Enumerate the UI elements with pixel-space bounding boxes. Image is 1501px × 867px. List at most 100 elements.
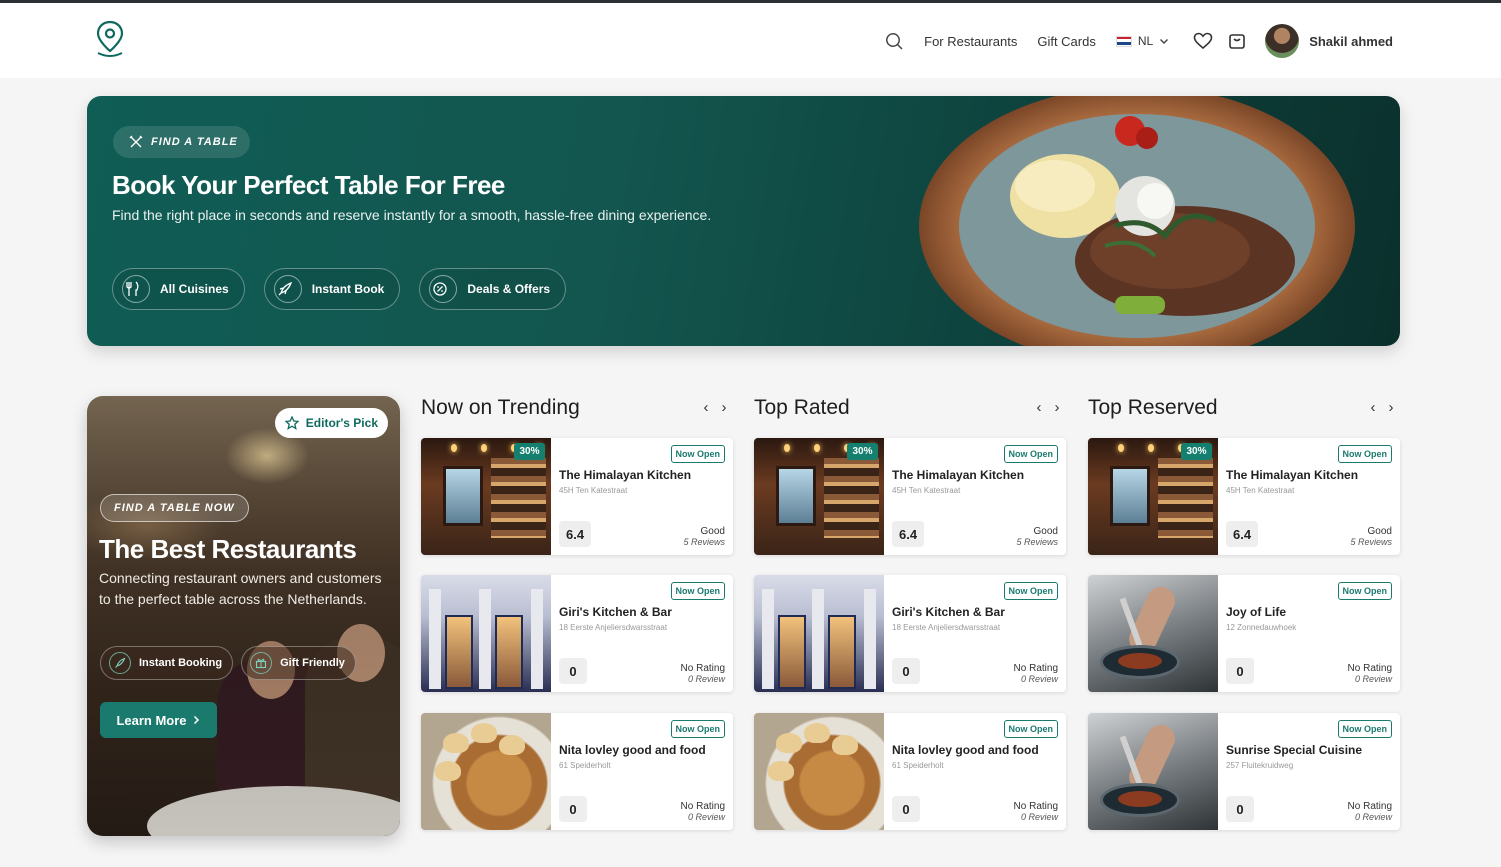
nl-flag-icon xyxy=(1115,35,1132,47)
restaurant-name: Giri's Kitchen & Bar xyxy=(892,605,1005,619)
chevron-right-icon[interactable]: › xyxy=(1052,400,1062,415)
location-pin-logo[interactable] xyxy=(92,19,128,59)
restaurant-card[interactable]: 30% Now Open The Himalayan Kitchen 45H Ten … xyxy=(754,438,1066,555)
gift-icon xyxy=(250,652,273,674)
restaurant-thumbnail xyxy=(421,575,551,692)
chip-label: Instant Book xyxy=(311,282,385,296)
restaurant-address: 45H Ten Katestraat xyxy=(892,486,961,495)
instant-book-chip[interactable]: Instant Book xyxy=(263,268,401,310)
restaurant-card[interactable]: Now Open Nita lovley good and food 61 Spei… xyxy=(754,713,1066,830)
deals-offers-chip[interactable]: Deals & Offers xyxy=(419,268,567,310)
discount-icon xyxy=(429,275,458,303)
restaurant-card[interactable]: Now Open Giri's Kitchen & Bar 18 Eerste An… xyxy=(754,575,1066,692)
search-icon[interactable] xyxy=(882,29,906,53)
all-cuisines-chip[interactable]: All Cuisines xyxy=(112,268,245,310)
chevron-left-icon[interactable]: ‹ xyxy=(701,400,711,415)
for-restaurants-link[interactable]: For Restaurants xyxy=(924,34,1017,49)
rating-label: Good xyxy=(1033,526,1058,537)
instant-booking-chip[interactable]: Instant Booking xyxy=(100,646,234,680)
restaurant-card[interactable]: 30% Now Open The Himalayan Kitchen 45H Ten … xyxy=(421,438,733,555)
review-count: 0 Review xyxy=(1354,812,1392,822)
restaurant-thumbnail xyxy=(1088,713,1218,830)
promo-title: The Best Restaurants xyxy=(99,534,357,564)
rating-label: No Rating xyxy=(680,663,725,674)
main-nav: For Restaurants Gift Cards NL Shakil ahm… xyxy=(882,21,1393,61)
column-title: Top Rated xyxy=(754,396,850,419)
rating-score: 6.4 xyxy=(559,521,592,547)
status-badge: Now Open xyxy=(1003,582,1058,600)
restaurant-photo xyxy=(421,575,551,692)
restaurant-column: Top Rated ‹ › 30% Now Open The Himalayan Kitc… xyxy=(754,396,1066,830)
gift-friendly-chip[interactable]: Gift Friendly xyxy=(241,646,356,680)
cart-icon[interactable] xyxy=(1225,29,1249,53)
image-overlay xyxy=(87,396,400,836)
restaurant-address: 257 Fluitekruidweg xyxy=(1226,761,1294,770)
restaurant-name: Nita lovley good and food xyxy=(892,743,1039,757)
restaurant-card[interactable]: Now Open Sunrise Special Cuisine 257 Fluit… xyxy=(1088,713,1400,830)
rating-score: 0 xyxy=(892,796,920,822)
avatar[interactable] xyxy=(1265,24,1300,58)
hero-pill-label: FIND A TABLE xyxy=(151,136,238,148)
chevron-left-icon[interactable]: ‹ xyxy=(1034,400,1044,415)
rating-score: 0 xyxy=(559,796,587,822)
editors-pick-badge[interactable]: Editor's Pick xyxy=(274,408,388,438)
column-title: Now on Trending xyxy=(421,396,580,419)
rating-score: 0 xyxy=(1226,796,1254,822)
hero-subtitle: Find the right place in seconds and rese… xyxy=(112,207,712,223)
user-name[interactable]: Shakil ahmed xyxy=(1309,34,1393,49)
heart-icon[interactable] xyxy=(1191,29,1215,53)
rating-label: No Rating xyxy=(680,801,725,812)
restaurant-address: 61 Speiderholt xyxy=(892,761,944,770)
review-count: 5 Reviews xyxy=(1016,537,1058,547)
restaurant-name: Sunrise Special Cuisine xyxy=(1226,743,1363,757)
restaurant-address: 18 Eerste Anjeliersdwarsstraat xyxy=(892,623,1001,632)
chip-label: Deals & Offers xyxy=(467,282,551,296)
status-badge: Now Open xyxy=(1003,720,1058,738)
rating-score: 0 xyxy=(892,658,920,684)
status-badge: Now Open xyxy=(1337,720,1392,738)
column-header: Now on Trending ‹ › xyxy=(421,396,733,420)
restaurant-card[interactable]: 30% Now Open The Himalayan Kitchen 45H Ten … xyxy=(1088,438,1400,555)
chip-label: Gift Friendly xyxy=(280,657,345,669)
chip-label: All Cuisines xyxy=(160,282,229,296)
restaurant-address: 61 Speiderholt xyxy=(559,761,611,770)
language-selector[interactable]: NL xyxy=(1115,34,1169,48)
hero-title: Book Your Perfect Table For Free xyxy=(112,170,505,200)
rating-label: No Rating xyxy=(1013,801,1058,812)
restaurant-thumbnail xyxy=(754,575,884,692)
status-badge: Now Open xyxy=(670,720,725,738)
editors-pick-label: Editor's Pick xyxy=(305,416,378,430)
restaurant-photo xyxy=(754,713,884,830)
column-header: Top Rated ‹ › xyxy=(754,396,1066,420)
chevron-right-icon[interactable]: › xyxy=(1386,400,1396,415)
promo-text: Connecting restaurant owners and custome… xyxy=(99,570,382,607)
review-count: 0 Review xyxy=(1020,674,1058,684)
rating-score: 0 xyxy=(1226,658,1254,684)
review-count: 0 Review xyxy=(1354,674,1392,684)
star-icon xyxy=(284,416,299,430)
rating-label: No Rating xyxy=(1347,663,1392,674)
discount-badge: 30% xyxy=(1181,443,1212,460)
hero-banner: FIND A TABLE Book Your Perfect Table For… xyxy=(87,96,1400,346)
chevron-right-icon[interactable]: › xyxy=(719,400,729,415)
language-label: NL xyxy=(1137,34,1154,48)
chevron-down-icon xyxy=(1160,39,1169,44)
find-a-table-pill: FIND A TABLE xyxy=(113,126,250,158)
status-badge: Now Open xyxy=(670,445,725,463)
carousel-arrows: ‹ › xyxy=(701,400,733,415)
restaurant-name: Giri's Kitchen & Bar xyxy=(559,605,672,619)
restaurant-name: Nita lovley good and food xyxy=(559,743,706,757)
restaurant-card[interactable]: Now Open Nita lovley good and food 61 Spei… xyxy=(421,713,733,830)
restaurant-photo xyxy=(1088,575,1218,692)
rating-score: 6.4 xyxy=(892,521,925,547)
status-badge: Now Open xyxy=(1003,445,1058,463)
rating-label: Good xyxy=(700,526,725,537)
restaurant-card[interactable]: Now Open Giri's Kitchen & Bar 18 Eerste An… xyxy=(421,575,733,692)
gift-cards-link[interactable]: Gift Cards xyxy=(1037,34,1096,49)
chevron-left-icon[interactable]: ‹ xyxy=(1368,400,1378,415)
promo-pill-label: FIND A TABLE NOW xyxy=(114,502,235,514)
restaurant-thumbnail xyxy=(421,713,551,830)
learn-more-button[interactable]: Learn More xyxy=(100,702,217,738)
discount-badge: 30% xyxy=(847,443,878,460)
restaurant-card[interactable]: Now Open Joy of Life 12 Zonnedauwhoek 0 No R… xyxy=(1088,575,1400,692)
